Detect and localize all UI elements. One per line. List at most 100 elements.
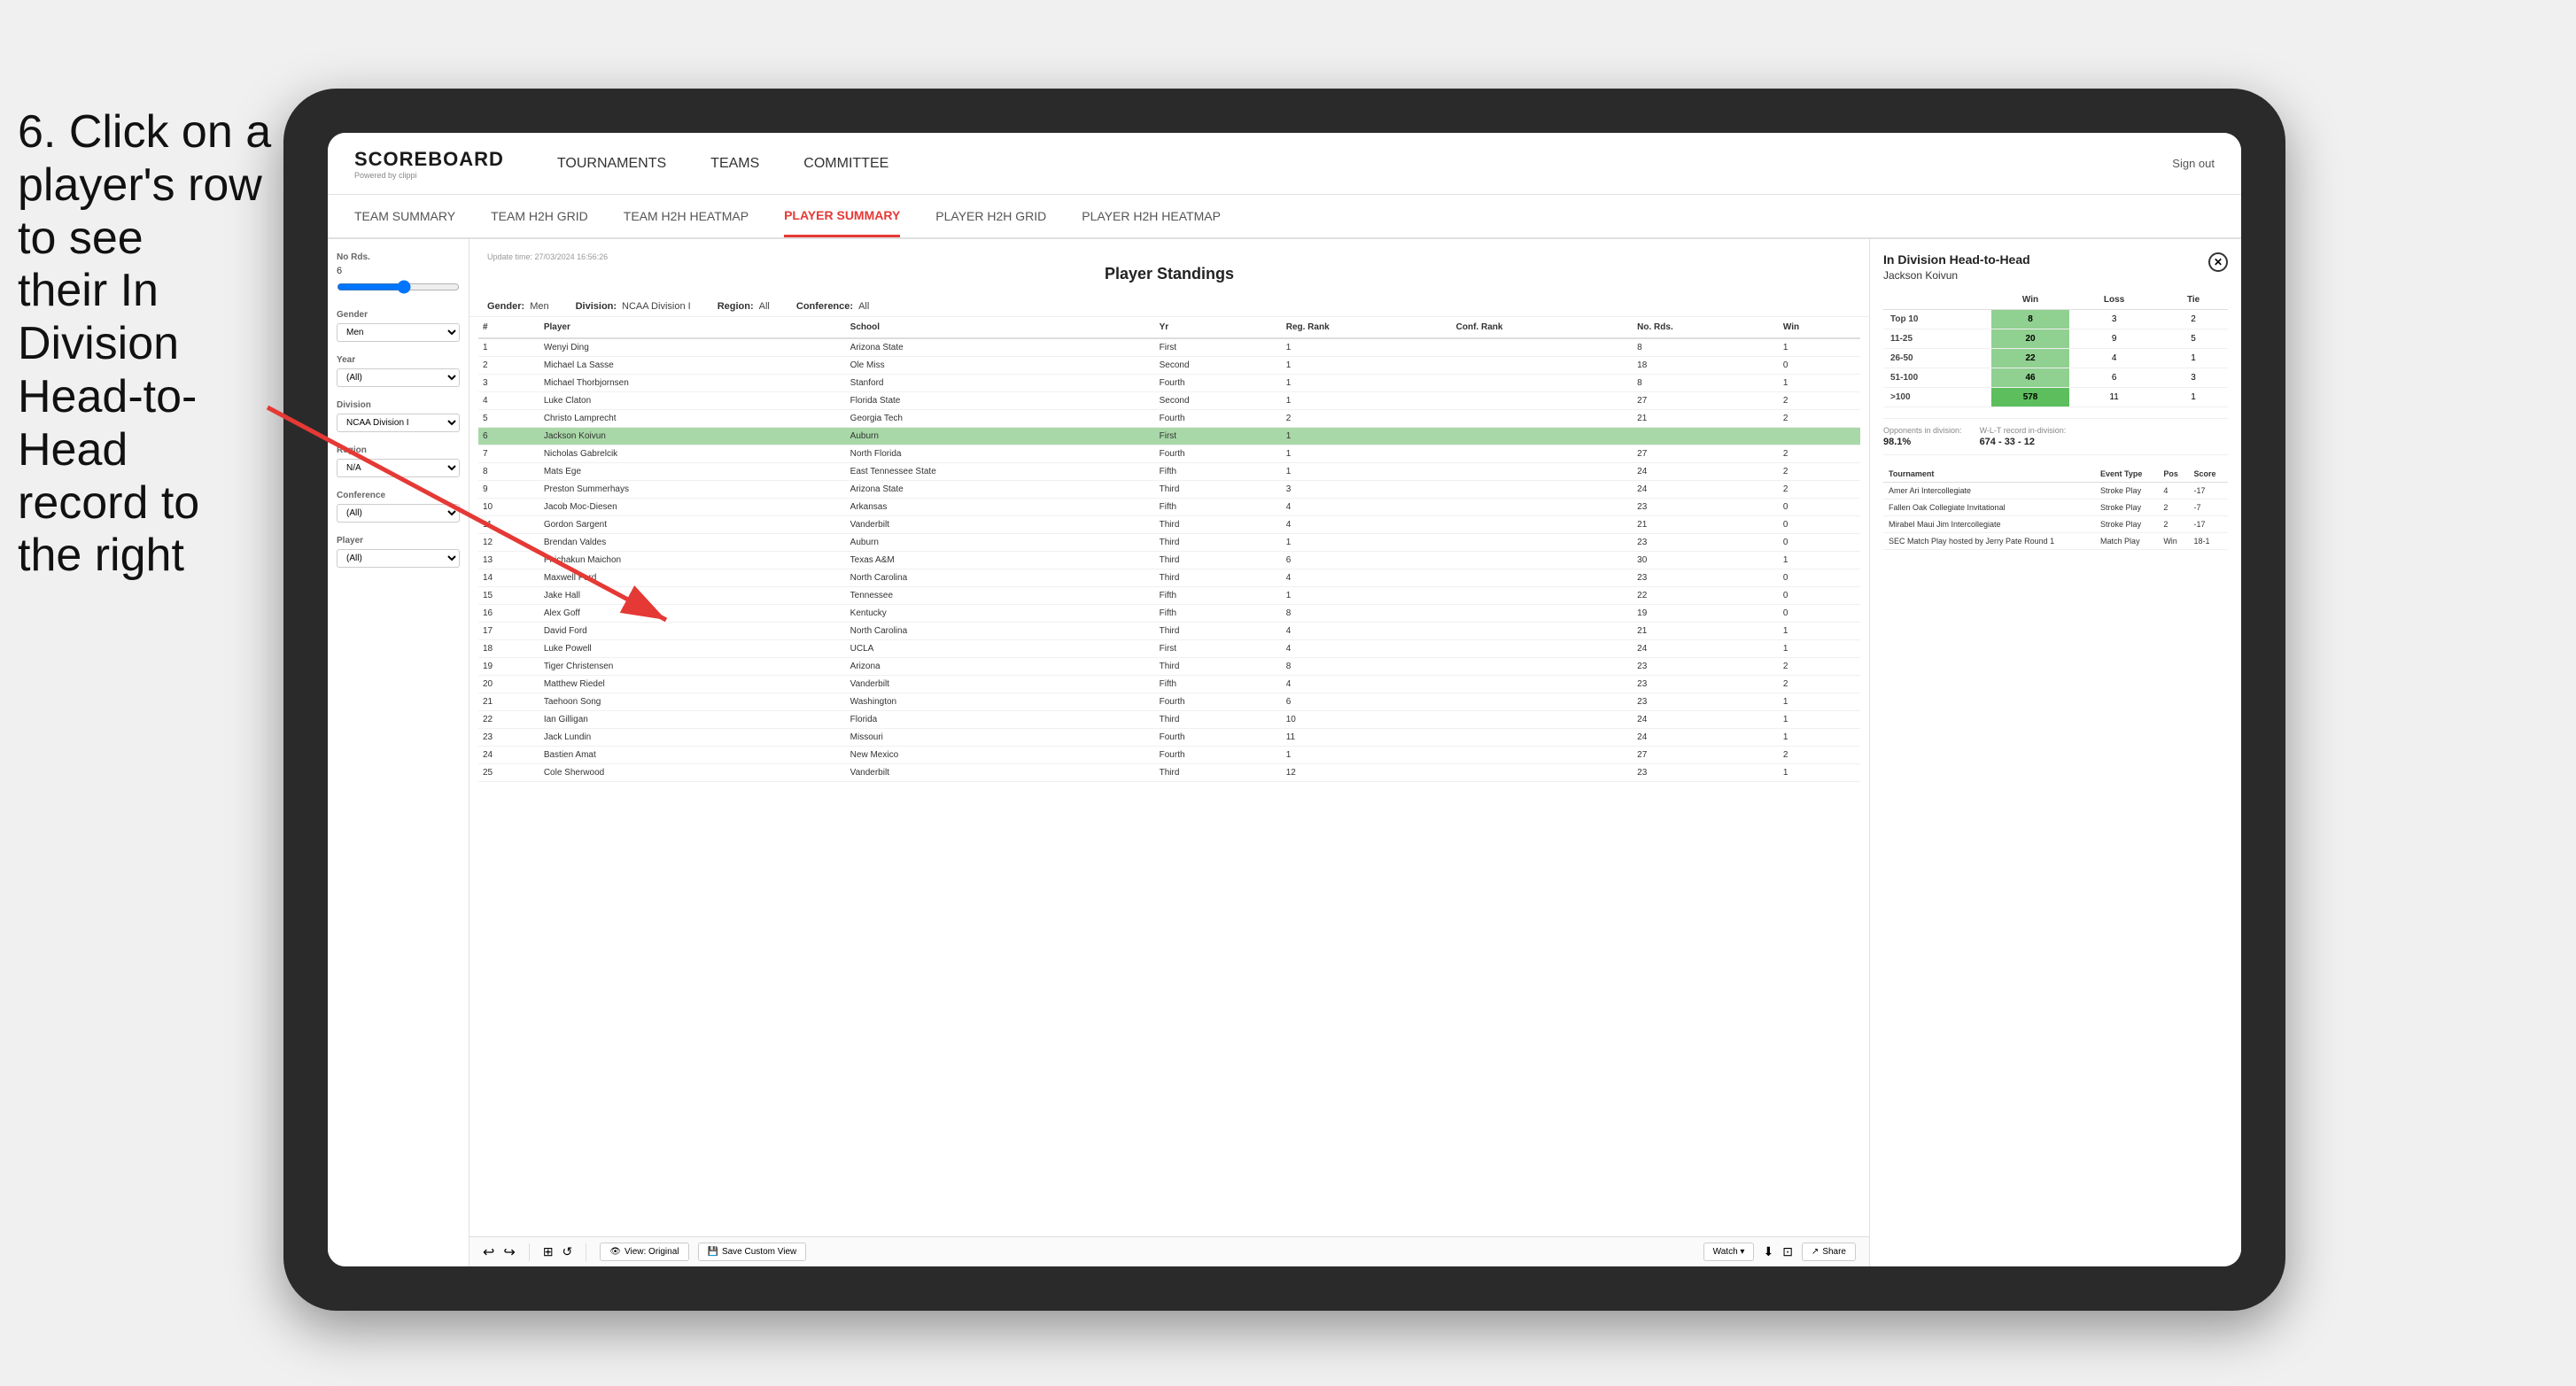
table-row[interactable]: 4 Luke Claton Florida State Second 1 27 …	[478, 392, 1860, 410]
nav-items: TOURNAMENTS TEAMS COMMITTEE	[557, 151, 2172, 176]
cell-conf-rank	[1452, 481, 1633, 499]
refresh-icon[interactable]: ↺	[563, 1244, 573, 1259]
table-row[interactable]: 18 Luke Powell UCLA First 4 24 1	[478, 640, 1860, 658]
filter-region-label: Region:	[718, 301, 754, 312]
nav-tournaments[interactable]: TOURNAMENTS	[557, 151, 666, 176]
h2h-rank: 26-50	[1883, 349, 1991, 368]
sub-nav-player-summary[interactable]: PLAYER SUMMARY	[784, 195, 900, 237]
cell-player: Michael La Sasse	[539, 357, 846, 375]
h2h-table-body: Top 10 8 3 2 11-25 20 9 5 26-50 22 4 1 5…	[1883, 310, 2228, 407]
watch-btn[interactable]: Watch ▾	[1703, 1243, 1755, 1261]
cell-rank: 16	[478, 605, 539, 623]
col-event-type: Event Type	[2095, 466, 2158, 483]
table-row[interactable]: 23 Jack Lundin Missouri Fourth 11 24 1	[478, 729, 1860, 747]
table-row[interactable]: 21 Taehoon Song Washington Fourth 6 23 1	[478, 693, 1860, 711]
table-row[interactable]: 12 Brendan Valdes Auburn Third 1 23 0	[478, 534, 1860, 552]
tournament-row: Fallen Oak Collegiate Invitational Strok…	[1883, 499, 2228, 516]
table-row[interactable]: 8 Mats Ege East Tennessee State Fifth 1 …	[478, 463, 1860, 481]
division-section: Division NCAA Division I	[337, 400, 460, 432]
table-row[interactable]: 5 Christo Lamprecht Georgia Tech Fourth …	[478, 410, 1860, 428]
cell-yr: Fourth	[1155, 445, 1282, 463]
cell-no-rds: 24	[1633, 640, 1779, 658]
cell-no-rds: 23	[1633, 534, 1779, 552]
filter-icon[interactable]: ⊞	[543, 1244, 554, 1259]
h2h-close-btn[interactable]: ✕	[2208, 252, 2228, 272]
save-custom-btn[interactable]: 💾 Save Custom View	[698, 1243, 807, 1261]
division-label: Division	[337, 400, 460, 410]
sub-nav-player-h2h-heatmap[interactable]: PLAYER H2H HEATMAP	[1082, 195, 1221, 237]
nav-teams[interactable]: TEAMS	[710, 151, 759, 176]
tournament-pos: 2	[2158, 516, 2188, 533]
cell-reg-rank: 6	[1282, 552, 1452, 569]
sub-nav-team-h2h-heatmap[interactable]: TEAM H2H HEATMAP	[624, 195, 749, 237]
no-rds-slider[interactable]	[337, 280, 460, 294]
cell-rank: 11	[478, 516, 539, 534]
table-row[interactable]: 14 Maxwell Ford North Carolina Third 4 2…	[478, 569, 1860, 587]
tournament-type: Match Play	[2095, 533, 2158, 550]
table-row[interactable]: 20 Matthew Riedel Vanderbilt Fifth 4 23 …	[478, 676, 1860, 693]
cell-reg-rank: 11	[1282, 729, 1452, 747]
table-row[interactable]: 25 Cole Sherwood Vanderbilt Third 12 23 …	[478, 764, 1860, 782]
table-row[interactable]: 19 Tiger Christensen Arizona Third 8 23 …	[478, 658, 1860, 676]
cell-school: Missouri	[846, 729, 1155, 747]
cell-reg-rank: 8	[1282, 605, 1452, 623]
col-reg-rank: Reg. Rank	[1282, 317, 1452, 338]
table-row[interactable]: 13 Phichakun Maichon Texas A&M Third 6 3…	[478, 552, 1860, 569]
conference-select[interactable]: (All)	[337, 504, 460, 523]
tournament-score: 18-1	[2189, 533, 2228, 550]
view-original-btn[interactable]: 👁 View: Original	[600, 1243, 688, 1261]
cell-school: Texas A&M	[846, 552, 1155, 569]
update-date-value: 27/03/2024 16:56:26	[535, 252, 609, 261]
table-row[interactable]: 10 Jacob Moc-Diesen Arkansas Fifth 4 23 …	[478, 499, 1860, 516]
cell-no-rds	[1633, 428, 1779, 445]
tournament-score: -17	[2189, 516, 2228, 533]
toolbar-icon-1[interactable]: ⬇	[1763, 1244, 1773, 1259]
cell-rank: 3	[478, 375, 539, 392]
cell-conf-rank	[1452, 392, 1633, 410]
table-row[interactable]: 24 Bastien Amat New Mexico Fourth 1 27 2	[478, 747, 1860, 764]
tournament-name: Amer Ari Intercollegiate	[1883, 483, 2095, 499]
table-row[interactable]: 6 Jackson Koivun Auburn First 1	[478, 428, 1860, 445]
sign-out-link[interactable]: Sign out	[2172, 157, 2215, 170]
cell-reg-rank: 10	[1282, 711, 1452, 729]
main-content: No Rds. 6 Gender Men Year (All)	[328, 239, 2241, 1266]
redo-btn[interactable]: ↪	[503, 1243, 515, 1261]
table-row[interactable]: 7 Nicholas Gabrelcik North Florida Fourt…	[478, 445, 1860, 463]
table-row[interactable]: 22 Ian Gilligan Florida Third 10 24 1	[478, 711, 1860, 729]
share-btn[interactable]: ↗ Share	[1802, 1243, 1856, 1261]
division-select[interactable]: NCAA Division I	[337, 414, 460, 432]
tournament-header-row: Tournament Event Type Pos Score	[1883, 466, 2228, 483]
region-section: Region N/A	[337, 445, 460, 477]
conference-label: Conference	[337, 491, 460, 500]
table-row[interactable]: 2 Michael La Sasse Ole Miss Second 1 18 …	[478, 357, 1860, 375]
cell-rank: 24	[478, 747, 539, 764]
cell-school: North Carolina	[846, 623, 1155, 640]
cell-no-rds: 21	[1633, 410, 1779, 428]
gender-select[interactable]: Men	[337, 323, 460, 342]
cell-conf-rank	[1452, 516, 1633, 534]
table-row[interactable]: 9 Preston Summerhays Arizona State Third…	[478, 481, 1860, 499]
table-row[interactable]: 11 Gordon Sargent Vanderbilt Third 4 21 …	[478, 516, 1860, 534]
sub-nav-team-summary[interactable]: TEAM SUMMARY	[354, 195, 455, 237]
filter-conference-label: Conference:	[796, 301, 853, 312]
player-standings-table: # Player School Yr Reg. Rank Conf. Rank …	[478, 317, 1860, 782]
player-select[interactable]: (All)	[337, 549, 460, 568]
table-row[interactable]: 1 Wenyi Ding Arizona State First 1 8 1	[478, 338, 1860, 357]
tournament-pos: 4	[2158, 483, 2188, 499]
tournament-body: Amer Ari Intercollegiate Stroke Play 4 -…	[1883, 483, 2228, 550]
year-select[interactable]: (All)	[337, 368, 460, 387]
table-row[interactable]: 16 Alex Goff Kentucky Fifth 8 19 0	[478, 605, 1860, 623]
cell-player: Maxwell Ford	[539, 569, 846, 587]
filter-region-value: All	[759, 301, 770, 312]
cell-yr: Fifth	[1155, 605, 1282, 623]
h2h-rank: >100	[1883, 388, 1991, 407]
sub-nav-team-h2h-grid[interactable]: TEAM H2H GRID	[491, 195, 588, 237]
undo-btn[interactable]: ↩	[483, 1243, 494, 1261]
sub-nav-player-h2h-grid[interactable]: PLAYER H2H GRID	[935, 195, 1046, 237]
toolbar-icon-2[interactable]: ⊡	[1782, 1244, 1793, 1259]
table-row[interactable]: 17 David Ford North Carolina Third 4 21 …	[478, 623, 1860, 640]
region-select[interactable]: N/A	[337, 459, 460, 477]
table-row[interactable]: 15 Jake Hall Tennessee Fifth 1 22 0	[478, 587, 1860, 605]
nav-committee[interactable]: COMMITTEE	[803, 151, 888, 176]
table-row[interactable]: 3 Michael Thorbjornsen Stanford Fourth 1…	[478, 375, 1860, 392]
